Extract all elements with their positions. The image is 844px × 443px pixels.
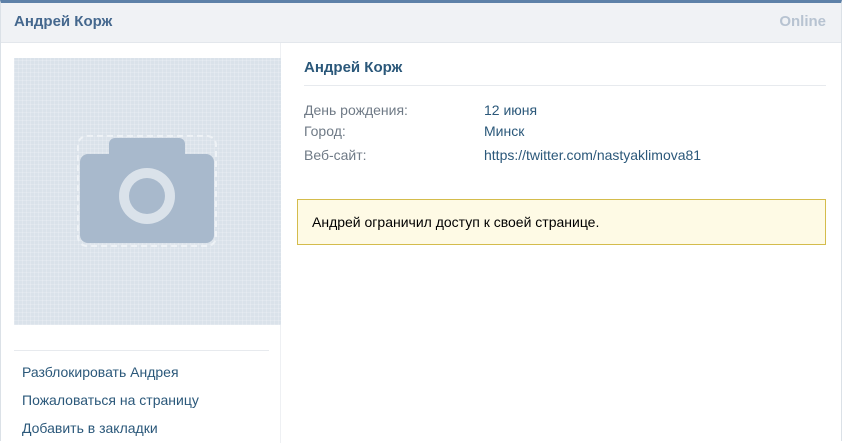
profile-actions: Разблокировать Андрея Пожаловаться на ст… <box>22 361 199 443</box>
info-row-birthday: День рождения: 12 июня <box>304 100 824 121</box>
avatar[interactable] <box>14 58 281 325</box>
city-label: Город: <box>304 123 346 139</box>
page-header: Андрей Корж Online <box>1 3 841 43</box>
add-bookmark-link[interactable]: Добавить в закладки <box>22 417 199 443</box>
online-status: Online <box>779 13 826 30</box>
profile-info: День рождения: 12 июня Город: Минск Веб-… <box>304 100 824 166</box>
header-title: Андрей Корж <box>14 13 113 30</box>
website-link[interactable]: https://twitter.com/nastyaklimova81 <box>484 145 701 165</box>
profile-page: Андрей Корж Online Разблокировать Андрея… <box>0 0 842 443</box>
info-row-city: Город: Минск <box>304 121 824 142</box>
report-page-link[interactable]: Пожаловаться на страницу <box>22 389 199 417</box>
name-divider <box>304 85 826 86</box>
actions-divider <box>14 350 269 351</box>
left-column: Разблокировать Андрея Пожаловаться на ст… <box>1 43 281 443</box>
info-row-website: Веб-сайт: https://twitter.com/nastyaklim… <box>304 145 824 166</box>
unblock-user-link[interactable]: Разблокировать Андрея <box>22 361 199 389</box>
city-value[interactable]: Минск <box>484 121 524 141</box>
private-page-notice: Андрей ограничил доступ к своей странице… <box>297 199 826 245</box>
profile-name: Андрей Корж <box>304 59 403 76</box>
notice-text: Андрей ограничил доступ к своей странице… <box>312 214 600 230</box>
birthday-value[interactable]: 12 июня <box>484 100 537 120</box>
birthday-label: День рождения: <box>304 102 408 118</box>
camera-icon-lens-center <box>129 178 165 214</box>
website-label: Веб-сайт: <box>304 147 367 163</box>
